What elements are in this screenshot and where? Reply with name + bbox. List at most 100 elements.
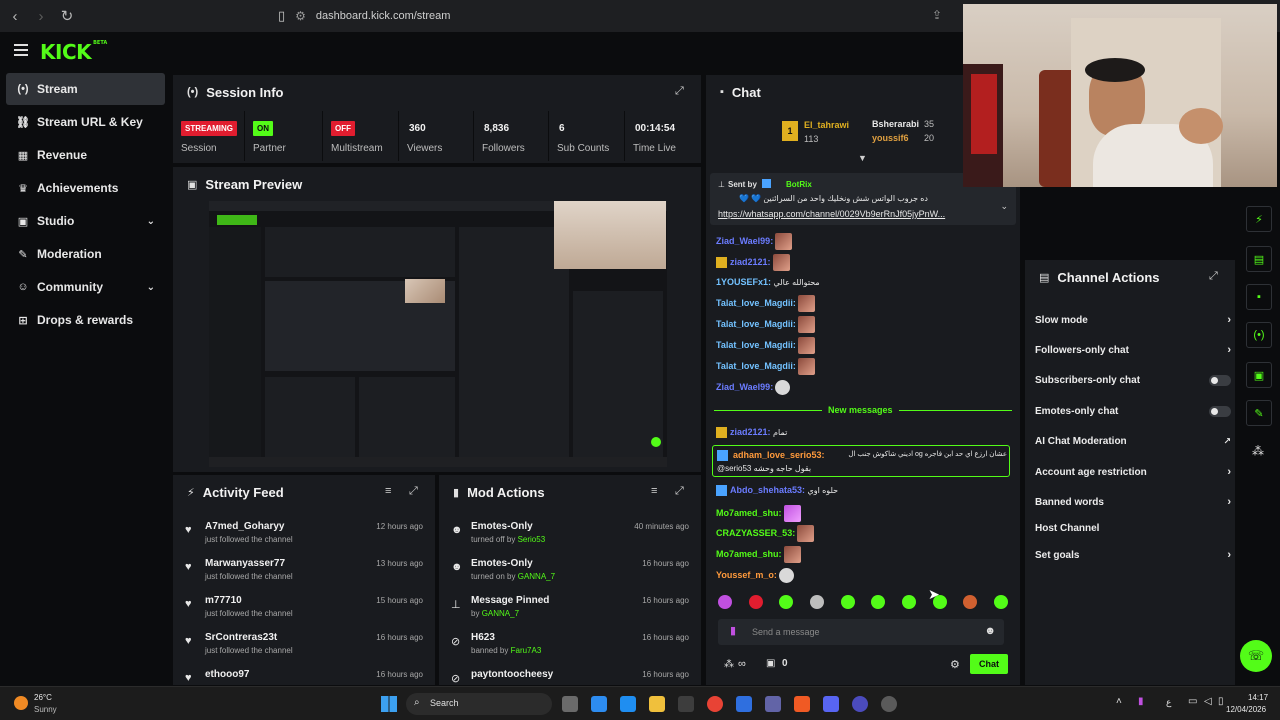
kick-logo[interactable]: KICK BETA <box>40 40 107 64</box>
windows-start-icon[interactable] <box>381 696 397 712</box>
sidebar-item-studio[interactable]: ▣ Studio ⌄ <box>6 205 165 237</box>
emotes-only-toggle[interactable] <box>1209 405 1231 417</box>
broadcast-icon[interactable]: (•) <box>1246 322 1272 348</box>
popout-icon[interactable]: ⤢ <box>675 85 684 98</box>
link-icon: ⛓ <box>16 116 30 129</box>
filter-icon[interactable]: ≡ <box>651 485 657 497</box>
heart-icon: ♥ <box>185 635 192 647</box>
sidebar-item-moderation[interactable]: ✎ Moderation <box>6 238 165 270</box>
set-goals-row[interactable]: Set goals › <box>1035 543 1231 567</box>
popout-icon[interactable]: ⤢ <box>409 485 418 498</box>
gift-icon[interactable]: ▣ <box>766 658 775 669</box>
edge-icon[interactable] <box>620 696 636 712</box>
bookmark-icon[interactable]: ▯ <box>278 8 285 24</box>
sidebar-item-achievements[interactable]: ♛ Achievements <box>6 172 165 204</box>
filter-icon[interactable]: ≡ <box>385 485 391 497</box>
emote-icon[interactable] <box>901 595 916 609</box>
subscribers-only-toggle[interactable] <box>1209 374 1231 386</box>
sidebar-item-stream[interactable]: (•) Stream <box>6 73 165 105</box>
emote-icon <box>775 380 791 395</box>
mic-tray-icon[interactable]: ▮ <box>1138 696 1144 707</box>
emote-icon[interactable] <box>963 595 978 609</box>
stream-preview-video[interactable] <box>209 201 667 467</box>
help-icon[interactable]: ☏ <box>1240 640 1272 672</box>
battery-icon[interactable]: ▯ <box>1218 696 1224 707</box>
network-icon[interactable]: ▭ <box>1188 696 1197 707</box>
sidebar-item-stream-url[interactable]: ⛓ Stream URL & Key <box>6 106 165 138</box>
emote-icon[interactable] <box>718 595 732 609</box>
brave-icon[interactable] <box>794 696 810 712</box>
forward-icon[interactable]: › <box>30 5 52 27</box>
expand-leaderboard-icon[interactable]: ▼ <box>858 153 867 163</box>
rank-badge: 1 <box>782 121 798 141</box>
reload-icon[interactable]: ↻ <box>56 5 78 27</box>
actions-icon[interactable]: ▣ <box>1246 362 1272 388</box>
right-toolbar: ⚡ ▤ ▪ (•) ▣ ✎ ⁂ ☏ <box>1240 186 1280 686</box>
microphone-icon[interactable]: ▮ <box>730 624 736 637</box>
taskbar-search[interactable]: ⌕ Search <box>406 693 552 715</box>
session-info-panel: (•) Session Info ⤢ STREAMING Session ON P… <box>173 75 701 163</box>
address-bar[interactable]: ⚙ dashboard.kick.com/stream <box>295 4 450 28</box>
chat-message: Talat_love_Magdii: <box>716 295 815 312</box>
sidebar-item-community[interactable]: ☺ Community ⌄ <box>6 271 165 303</box>
pinned-link[interactable]: https://whatsapp.com/channel/0029Vb9erRn… <box>718 209 945 219</box>
sidebar-item-drops[interactable]: ⊞ Drops & rewards <box>6 304 165 336</box>
external-link-icon: ↗ <box>1223 435 1231 446</box>
studio-icon: ▣ <box>17 215 29 228</box>
streaming-badge: STREAMING <box>181 121 237 136</box>
chat-input[interactable]: ▮ Send a message ☻ <box>718 619 1004 645</box>
emote-icon[interactable] <box>871 595 886 609</box>
shield-icon: ▮ <box>453 486 460 499</box>
store-icon[interactable] <box>678 696 694 712</box>
emote-icon[interactable] <box>993 595 1008 609</box>
chrome-icon[interactable] <box>707 696 723 712</box>
broadcast-icon: (•) <box>17 83 29 95</box>
copilot-icon[interactable] <box>591 696 607 712</box>
volume-icon[interactable]: ◁ <box>1204 696 1212 707</box>
emote-icon[interactable] <box>748 595 763 609</box>
tray-chevron-icon[interactable]: ˄ <box>1116 696 1122 707</box>
sidebar-item-revenue[interactable]: ▦ Revenue <box>6 139 165 171</box>
chat-message: Abdo_shehata53: حلوه اوي <box>716 485 838 497</box>
file-explorer-icon[interactable] <box>649 696 665 712</box>
trophy-icon: ♛ <box>18 182 28 195</box>
ai-moderation-row[interactable]: AI Chat Moderation ↗ <box>1035 429 1231 453</box>
menu-icon[interactable] <box>14 44 28 59</box>
emoji-icon[interactable]: ☻ <box>984 625 996 637</box>
account-age-row[interactable]: Account age restriction › <box>1035 460 1231 484</box>
points-icon[interactable]: ⁂ <box>724 659 734 670</box>
obs-icon[interactable] <box>881 696 897 712</box>
banned-words-row[interactable]: Banned words › <box>1035 490 1231 514</box>
document-icon[interactable]: ▤ <box>1246 246 1272 272</box>
mail-icon[interactable] <box>736 696 752 712</box>
emote-icon[interactable] <box>809 595 824 609</box>
popout-icon[interactable]: ⤢ <box>675 485 684 498</box>
emote-icon[interactable] <box>840 595 855 609</box>
lightning-icon[interactable]: ⚡ <box>1246 206 1272 232</box>
subscribers-only-row: Subscribers-only chat <box>1035 368 1231 392</box>
discord-icon[interactable] <box>823 696 839 712</box>
chat-icon[interactable]: ▪ <box>1246 284 1272 310</box>
app-icon[interactable] <box>852 696 868 712</box>
send-chat-button[interactable]: Chat <box>970 654 1008 674</box>
followers-only-row[interactable]: Followers-only chat › <box>1035 338 1231 362</box>
slow-mode-row[interactable]: Slow mode › <box>1035 308 1231 332</box>
community-icon[interactable]: ⁂ <box>1252 444 1264 458</box>
chat-message: Mo7amed_shu: <box>716 505 801 522</box>
chevron-right-icon: › <box>1227 314 1231 326</box>
gift-icon: ⊞ <box>18 314 28 327</box>
share-icon[interactable]: ⇪ <box>932 8 942 22</box>
revenue-icon: ▦ <box>17 149 29 162</box>
task-view-icon[interactable] <box>562 696 578 712</box>
emote-icon[interactable] <box>779 595 794 609</box>
back-icon[interactable]: ‹ <box>4 5 26 27</box>
popout-icon[interactable]: ⤢ <box>1209 270 1218 283</box>
chevron-down-icon[interactable]: ⌄ <box>1000 201 1008 212</box>
emotes-only-row: Emotes-only chat <box>1035 399 1231 423</box>
site-settings-icon[interactable]: ⚙ <box>295 9 306 23</box>
channel-actions-panel: ▤ Channel Actions ⤢ Slow mode › Followers-… <box>1025 260 1235 685</box>
teams-icon[interactable] <box>765 696 781 712</box>
wrench-icon[interactable]: ✎ <box>1246 400 1272 426</box>
host-channel-row[interactable]: Host Channel <box>1035 516 1231 540</box>
settings-icon[interactable]: ⚙ <box>950 658 960 671</box>
